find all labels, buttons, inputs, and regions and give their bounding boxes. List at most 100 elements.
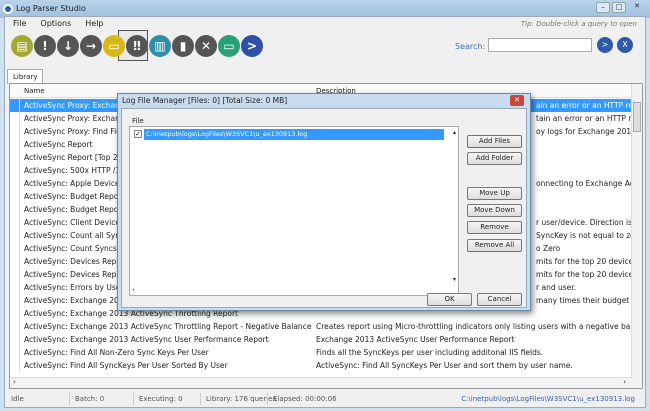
row-header[interactable] <box>10 112 20 125</box>
dialog-close-button[interactable]: ✕ <box>510 95 524 106</box>
table-row[interactable]: ActiveSync: Exchange 2013 ActiveSync Use… <box>10 333 632 346</box>
status-executing: Executing: 0 <box>139 395 183 403</box>
list-scroll-left[interactable]: ‹ <box>132 286 135 294</box>
query-name: ActiveSync: Client Device G <box>24 218 129 227</box>
status-state: Idle <box>11 395 24 403</box>
query-name: ActiveSync Report <box>24 140 93 149</box>
query-name: ActiveSync: Budget Report <box>24 192 125 201</box>
status-library: Library: 176 queries <box>206 395 277 403</box>
query-name: ActiveSync: Exchange 2013 <box>24 296 129 305</box>
move-up-button[interactable]: Move Up <box>467 187 522 200</box>
query-description: onnecting to Exchange ActiveS <box>536 179 643 188</box>
row-header[interactable] <box>10 203 20 216</box>
chart-icon[interactable]: ▮ <box>172 35 194 57</box>
row-header[interactable] <box>10 177 20 190</box>
forward-icon[interactable]: → <box>80 35 102 57</box>
row-header[interactable] <box>10 229 20 242</box>
open-folder-icon[interactable]: ▭ <box>103 35 125 57</box>
query-description: r and user. <box>536 283 577 292</box>
vertical-scrollbar[interactable] <box>631 84 642 388</box>
row-header[interactable] <box>10 359 20 372</box>
row-header[interactable] <box>10 190 20 203</box>
row-header[interactable] <box>10 99 20 112</box>
row-header[interactable] <box>10 294 20 307</box>
query-name: ActiveSync: Devices Report <box>24 270 127 279</box>
query-description: many times their budget was <box>536 296 643 305</box>
list-scroll-up[interactable]: ▴ <box>453 129 456 136</box>
close-button[interactable]: ✕ <box>630 2 644 13</box>
execute-batch-icon[interactable]: ‼ <box>126 35 148 57</box>
menu-options[interactable]: Options <box>40 19 71 28</box>
window-title: Log Parser Studio <box>16 4 86 13</box>
row-header[interactable] <box>10 346 20 359</box>
column-header-name[interactable]: Name <box>24 87 45 95</box>
add-folder-button[interactable]: Add Folder <box>467 152 522 165</box>
minimize-button[interactable]: – <box>596 2 610 13</box>
row-header[interactable] <box>10 164 20 177</box>
query-description: oy logs for Exchange 2013. <box>536 127 639 136</box>
query-name: ActiveSync: Find All SyncKeys Per User S… <box>24 361 228 370</box>
new-query-icon[interactable]: ▤ <box>11 35 33 57</box>
query-name: ActiveSync: Exchange 2013 ActiveSync Thr… <box>24 322 312 331</box>
search-clear-button[interactable]: X <box>617 37 633 53</box>
query-name: ActiveSync Proxy: Exchange <box>24 101 130 110</box>
menu-bar: File Options Help <box>13 19 104 28</box>
file-checkbox[interactable]: ✓ <box>134 130 142 138</box>
row-header[interactable] <box>10 138 20 151</box>
add-files-button[interactable]: Add Files <box>467 135 522 148</box>
row-header[interactable] <box>10 268 20 281</box>
search-go-button[interactable]: > <box>597 37 613 53</box>
menu-help[interactable]: Help <box>85 19 103 28</box>
row-header[interactable] <box>10 281 20 294</box>
tip-text: Tip: Double-click a query to open <box>520 20 637 28</box>
query-name: ActiveSync: Devices Report <box>24 257 127 266</box>
tab-library[interactable]: Library <box>7 69 44 84</box>
maximize-button[interactable]: □ <box>612 2 626 13</box>
table-row[interactable]: ActiveSync: Find All SyncKeys Per User S… <box>10 359 632 372</box>
file-path: C:\inetpub\logs\LogFiles\W3SVC1\u_ex1309… <box>144 129 444 140</box>
remove-all-button[interactable]: Remove All <box>467 239 522 252</box>
search-input[interactable] <box>488 38 592 52</box>
file-list-item[interactable]: ✓ C:\inetpub\logs\LogFiles\W3SVC1\u_ex13… <box>132 129 448 140</box>
app-icon <box>3 4 13 14</box>
ok-button[interactable]: OK <box>427 293 472 306</box>
status-elapsed: Elapsed: 00:00:06 <box>273 395 337 403</box>
scroll-thumb[interactable] <box>633 102 641 132</box>
search-label: Search: <box>455 42 486 51</box>
query-description: mits for the top 20 devices by <box>536 257 643 266</box>
cancel-button[interactable]: Cancel <box>477 293 522 306</box>
query-description: Exchange 2013 ActiveSync User Performanc… <box>316 335 515 344</box>
row-header[interactable] <box>10 320 20 333</box>
query-description: mits for the top 20 devices by <box>536 270 643 279</box>
file-column-label: File <box>132 117 144 125</box>
row-header[interactable] <box>10 216 20 229</box>
query-name: ActiveSync Proxy: Find Fields <box>24 127 132 136</box>
query-description: tain an error or an HTTP respo <box>536 114 643 123</box>
folder-icon[interactable]: ▭ <box>218 35 240 57</box>
query-description: ain an error or an HTTP respo <box>536 101 643 110</box>
list-scroll-down[interactable]: ▾ <box>453 276 456 283</box>
row-header[interactable] <box>10 255 20 268</box>
row-header[interactable] <box>10 242 20 255</box>
row-header[interactable] <box>10 125 20 138</box>
document-icon[interactable]: ▥ <box>149 35 171 57</box>
execute-icon[interactable]: ! <box>34 35 56 57</box>
query-description: SyncKey is not equal to zero <box>536 231 643 240</box>
query-description: ActiveSync: Find All SyncKeys Per User a… <box>316 361 573 370</box>
row-header[interactable] <box>10 151 20 164</box>
table-row[interactable]: ActiveSync: Exchange 2013 ActiveSync Thr… <box>10 320 642 333</box>
query-description: Finds all the SyncKeys per user includin… <box>316 348 544 357</box>
menu-file[interactable]: File <box>13 19 26 28</box>
query-name: ActiveSync: Exchange 2013 ActiveSync Use… <box>24 335 269 344</box>
powershell-icon[interactable]: > <box>241 35 263 57</box>
horizontal-scrollbar[interactable]: ‹ › <box>10 377 632 388</box>
remove-button[interactable]: Remove <box>467 221 522 234</box>
cancel-icon[interactable]: ✕ <box>195 35 217 57</box>
log-file-manager-dialog: Log File Manager [Files: 0] [Total Size:… <box>117 93 531 311</box>
table-row[interactable]: ActiveSync: Find All Non-Zero Sync Keys … <box>10 346 632 359</box>
download-icon[interactable]: ↓ <box>57 35 79 57</box>
row-header[interactable] <box>10 307 20 320</box>
move-down-button[interactable]: Move Down <box>467 204 522 217</box>
row-header[interactable] <box>10 333 20 346</box>
query-name: ActiveSync: Errors by User <box>24 283 124 292</box>
